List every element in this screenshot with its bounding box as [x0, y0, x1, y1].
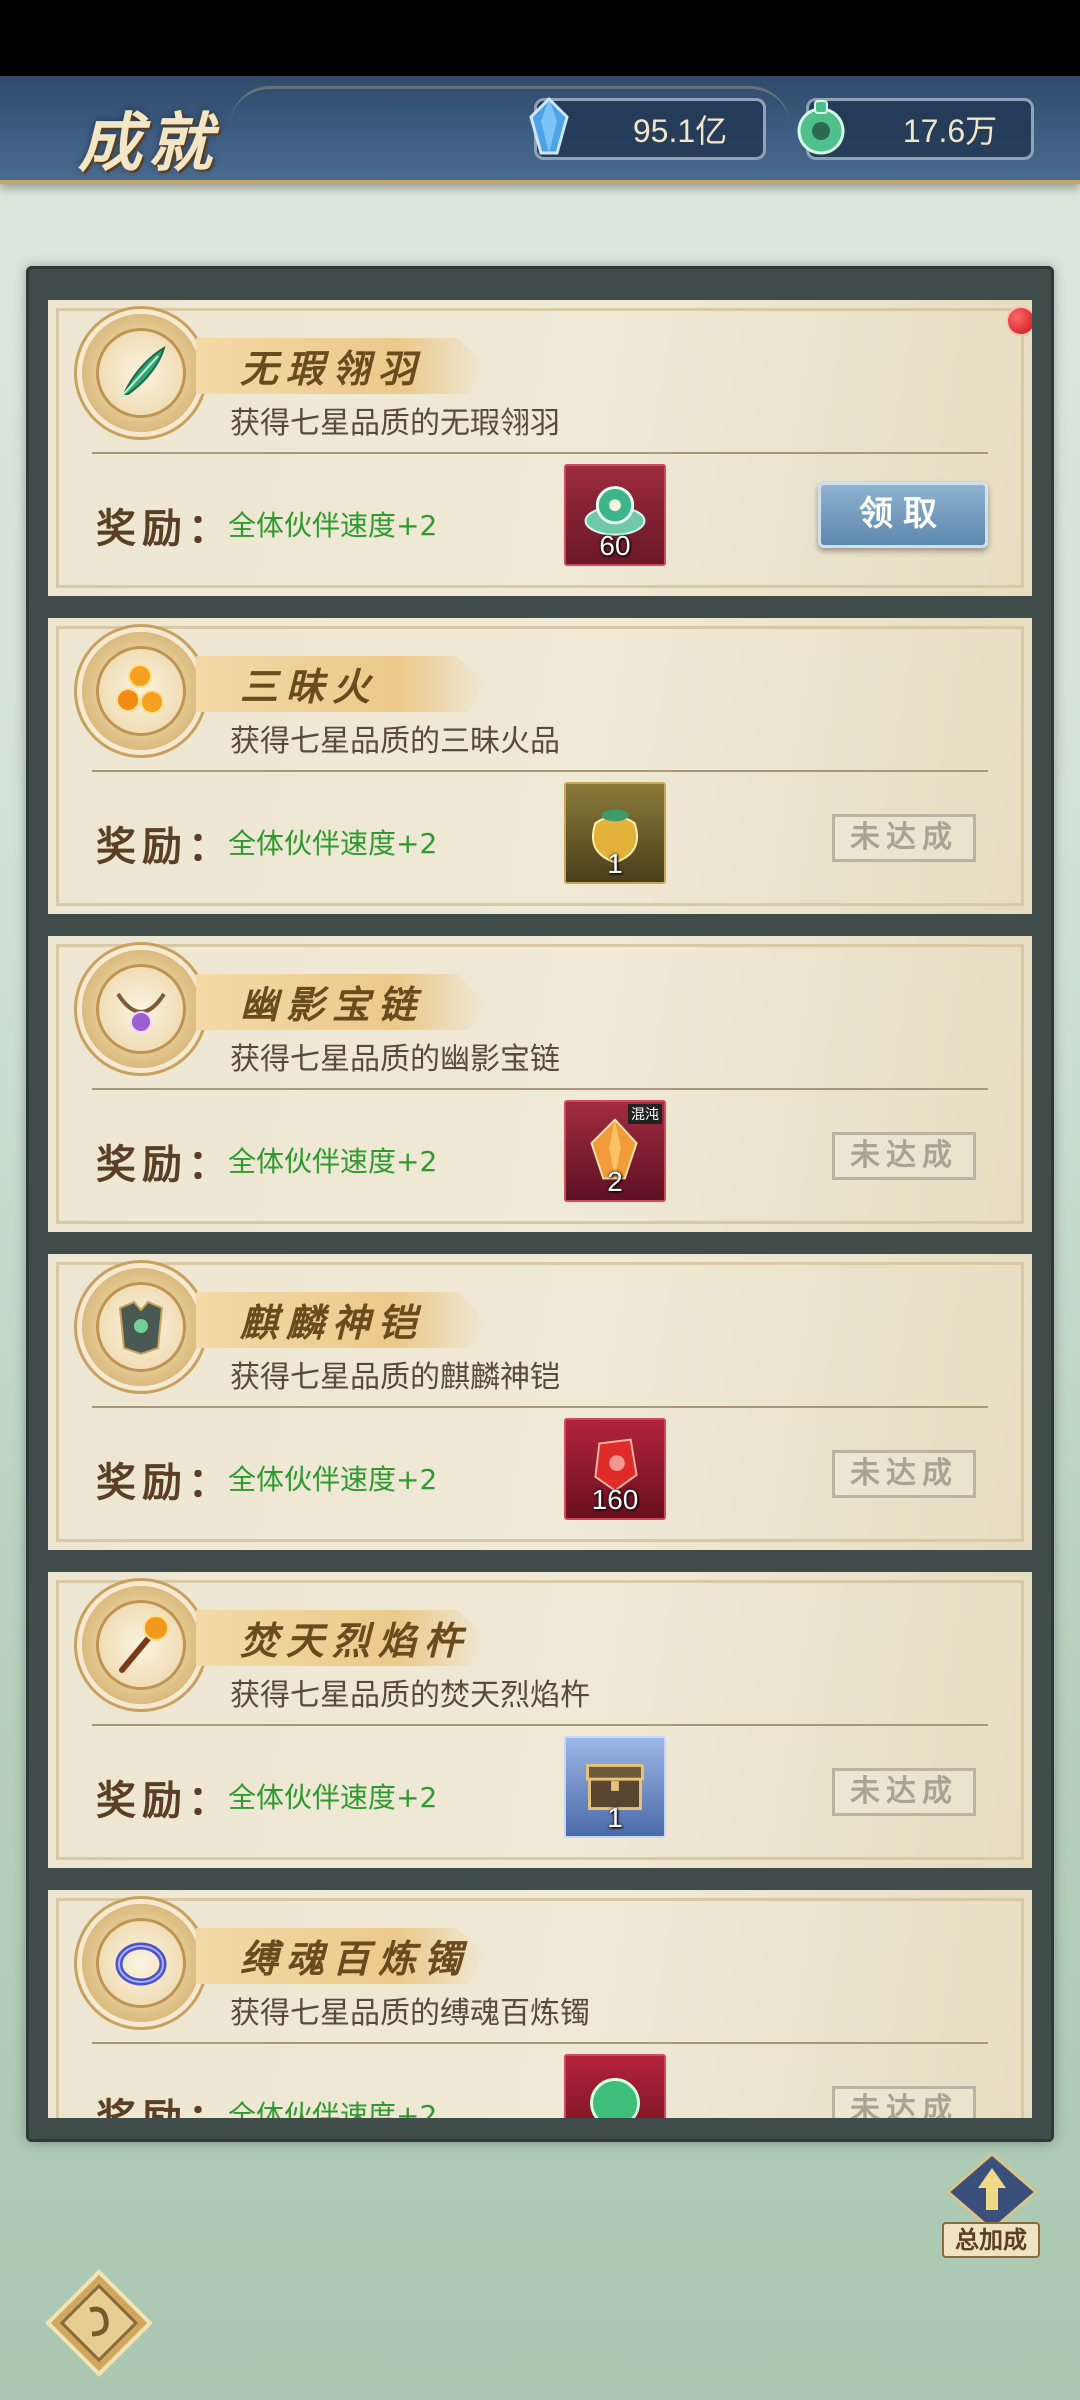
- achievement-icon-frame: [82, 1586, 200, 1704]
- currency-jade[interactable]: 17.6万: [797, 98, 1034, 160]
- achievement-title: 焚天烈焰杵: [240, 1618, 471, 1663]
- currency-crystal[interactable]: 95.1亿: [529, 96, 766, 160]
- reward-item[interactable]: 1: [564, 782, 666, 884]
- achievement-title: 幽影宝链: [240, 982, 425, 1027]
- reward-item[interactable]: 160: [564, 1418, 666, 1520]
- reward-effect: 全体伙伴速度+2: [228, 1145, 438, 1178]
- reward-effect: 全体伙伴速度+2: [228, 1463, 438, 1496]
- achievement-icon-frame: [82, 950, 200, 1068]
- reward-item[interactable]: 混沌 2: [564, 1100, 666, 1202]
- achievement-card: 幽影宝链 获得七星品质的幽影宝链 奖励： 全体伙伴速度+2 混沌 2 未达成: [48, 936, 1032, 1232]
- reward-tag: 混沌: [628, 1104, 662, 1124]
- reward-label: 奖励：: [96, 823, 234, 870]
- achievement-icon-frame: [82, 314, 200, 432]
- achievement-desc: 获得七星品质的幽影宝链: [230, 1042, 560, 1077]
- divider: [92, 1406, 988, 1408]
- achievement-desc: 获得七星品质的焚天烈焰杵: [230, 1678, 590, 1713]
- currency-crystal-value: 95.1亿: [632, 113, 728, 149]
- reward-effect: 全体伙伴速度+2: [228, 1781, 438, 1814]
- achievement-desc: 获得七星品质的三昧火品: [230, 724, 560, 759]
- achievement-card: 焚天烈焰杵 获得七星品质的焚天烈焰杵 奖励： 全体伙伴速度+2 1 未达成: [48, 1572, 1032, 1868]
- achievement-card: 麒麟神铠 获得七星品质的麒麟神铠 奖励： 全体伙伴速度+2 160 未达成: [48, 1254, 1032, 1550]
- bracelet-icon: [115, 1942, 167, 1986]
- armor-icon: [118, 1300, 164, 1356]
- achievement-list[interactable]: 无瑕翎羽 获得七星品质的无瑕翎羽 奖励： 全体伙伴速度+2 60 领取 三昧火 …: [48, 300, 1032, 2118]
- menu-button[interactable]: [44, 2268, 154, 2378]
- diamond-menu-icon: [45, 2269, 153, 2377]
- jade-icon: [797, 100, 845, 155]
- achievement-title: 三昧火: [240, 664, 379, 709]
- achievement-icon-frame: [82, 632, 200, 750]
- achievement-desc: 获得七星品质的缚魂百炼镯: [230, 1996, 590, 2031]
- jade-seal-icon: [590, 2078, 640, 2118]
- achievement-desc: 获得七星品质的麒麟神铠: [230, 1360, 560, 1395]
- status-bar: [0, 0, 1080, 76]
- reward-effect: 全体伙伴速度+2: [228, 509, 438, 542]
- fire-icon: [116, 664, 164, 714]
- status-stamp: 未达成: [832, 1450, 976, 1498]
- achievement-card: 缚魂百炼镯 获得七星品质的缚魂百炼镯 奖励： 全体伙伴速度+2 未达成: [48, 1890, 1032, 2118]
- reward-label: 奖励：: [96, 505, 234, 552]
- reward-label: 奖励：: [96, 1459, 234, 1506]
- claim-button[interactable]: 领取: [818, 482, 988, 548]
- reward-label: 奖励：: [96, 1141, 234, 1188]
- top-header: 成就 95.1亿 17.6万: [0, 76, 1080, 184]
- reward-item[interactable]: 60: [564, 464, 666, 566]
- reward-qty: 60: [599, 530, 631, 561]
- total-bonus-label: 总加成: [942, 2222, 1040, 2258]
- reward-label: 奖励：: [96, 2086, 234, 2118]
- divider: [92, 770, 988, 772]
- achievement-desc: 获得七星品质的无瑕翎羽: [230, 406, 560, 441]
- page-title: 成就: [78, 106, 218, 181]
- reward-effect: 全体伙伴速度+2: [228, 2099, 438, 2118]
- reward-qty: 1: [607, 1802, 623, 1833]
- status-stamp: 未达成: [832, 1132, 976, 1180]
- achievement-icon-frame: [82, 1904, 200, 2022]
- reward-effect: 全体伙伴速度+2: [228, 827, 438, 860]
- necklace-icon: [116, 992, 166, 1033]
- reward-qty: 160: [591, 1484, 639, 1515]
- status-stamp: 未达成: [832, 814, 976, 862]
- divider: [92, 1724, 988, 1726]
- achievement-title: 麒麟神铠: [240, 1300, 425, 1345]
- upgrade-arrows-icon: [945, 2152, 1039, 2232]
- flame-pestle-icon: [119, 1615, 169, 1673]
- crystal-icon: [529, 96, 569, 155]
- reward-item[interactable]: 1: [564, 1736, 666, 1838]
- achievement-card: 三昧火 获得七星品质的三昧火品 奖励： 全体伙伴速度+2 1 未达成: [48, 618, 1032, 914]
- achievement-card: 无瑕翎羽 获得七星品质的无瑕翎羽 奖励： 全体伙伴速度+2 60 领取: [48, 300, 1032, 596]
- reward-item[interactable]: [564, 2054, 666, 2118]
- achievement-title: 缚魂百炼镯: [240, 1936, 471, 1981]
- divider: [92, 1088, 988, 1090]
- status-stamp: 未达成: [832, 2086, 976, 2118]
- achievement-title: 无瑕翎羽: [240, 346, 425, 391]
- reward-qty: 1: [607, 848, 623, 879]
- divider: [92, 2042, 988, 2044]
- reward-qty: 2: [607, 1166, 623, 1197]
- total-bonus-button[interactable]: 总加成: [940, 2152, 1044, 2264]
- status-stamp: 未达成: [832, 1768, 976, 1816]
- new-badge: [1006, 306, 1032, 336]
- reward-label: 奖励：: [96, 1777, 234, 1824]
- divider: [92, 452, 988, 454]
- feather-icon: [119, 345, 166, 399]
- achievement-icon-frame: [82, 1268, 200, 1386]
- currency-jade-value: 17.6万: [902, 113, 998, 149]
